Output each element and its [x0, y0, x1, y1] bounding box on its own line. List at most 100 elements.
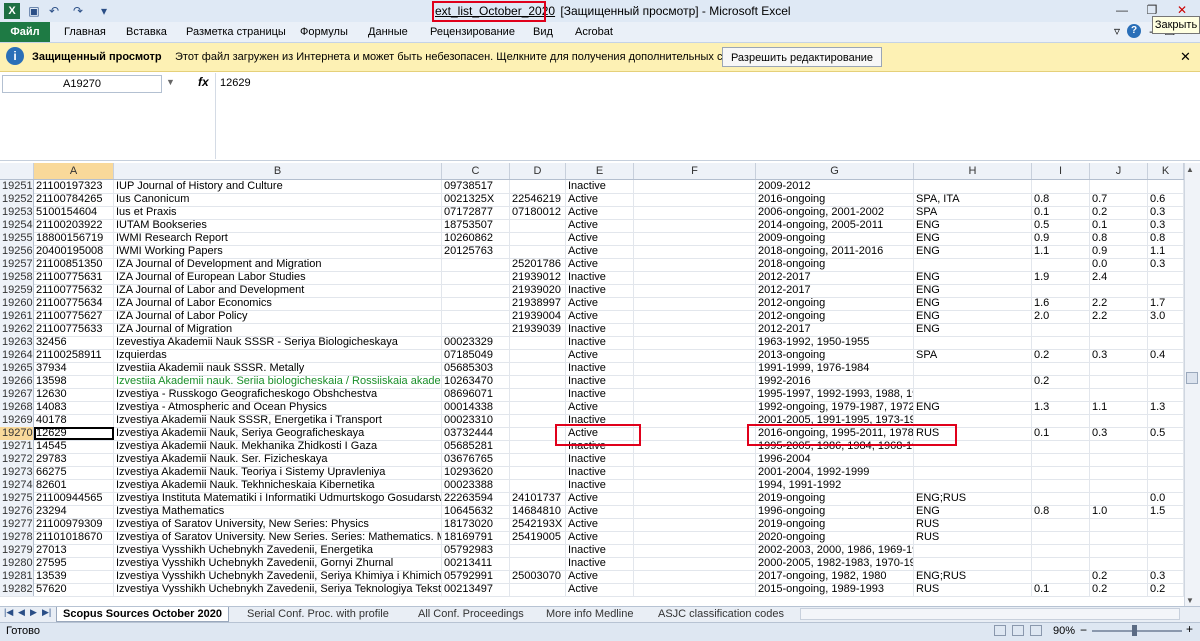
- cell-b[interactable]: Izvestiya Vysshikh Uchebnykh Zavedenii, …: [114, 583, 442, 596]
- cell-c[interactable]: 00213497: [442, 583, 510, 596]
- cell-j[interactable]: 0.2: [1090, 570, 1148, 583]
- cell-e[interactable]: Active: [566, 492, 634, 505]
- row-header[interactable]: 19274: [0, 479, 34, 492]
- cell-d[interactable]: [510, 232, 566, 245]
- cell-j[interactable]: 0.8: [1090, 232, 1148, 245]
- cell-e[interactable]: Inactive: [566, 323, 634, 336]
- cell-h[interactable]: SPA, ITA: [914, 193, 1032, 206]
- cell-c[interactable]: [442, 258, 510, 271]
- cell-b[interactable]: Izvestiya Akademii Nauk. Ser. Fizicheska…: [114, 453, 442, 466]
- cell-i[interactable]: 2.0: [1032, 310, 1090, 323]
- cell-h[interactable]: [914, 362, 1032, 375]
- cell-d[interactable]: [510, 544, 566, 557]
- undo-icon[interactable]: ↶: [46, 3, 62, 19]
- cell-h[interactable]: ENG: [914, 284, 1032, 297]
- cell-i[interactable]: [1032, 570, 1090, 583]
- cell-c[interactable]: 09738517: [442, 180, 510, 193]
- cell-k[interactable]: [1148, 557, 1184, 570]
- cell-j[interactable]: [1090, 466, 1148, 479]
- cell-g[interactable]: 1996-ongoing: [756, 505, 914, 518]
- sheet-tab-medline[interactable]: More info Medline: [540, 607, 639, 621]
- cell-c[interactable]: 03676765: [442, 453, 510, 466]
- row-header[interactable]: 19270: [0, 427, 34, 440]
- cell-a[interactable]: 13598: [34, 375, 114, 388]
- cell-g[interactable]: 2013-ongoing: [756, 349, 914, 362]
- cell-f[interactable]: [634, 427, 756, 440]
- cell-j[interactable]: [1090, 284, 1148, 297]
- name-box[interactable]: A19270: [2, 75, 162, 93]
- row-header[interactable]: 19269: [0, 414, 34, 427]
- cell-f[interactable]: [634, 453, 756, 466]
- cell-i[interactable]: [1032, 531, 1090, 544]
- row-header[interactable]: 19264: [0, 349, 34, 362]
- cell-c[interactable]: [442, 284, 510, 297]
- cell-b[interactable]: Izvestiya Instituta Matematiki i Informa…: [114, 492, 442, 505]
- sheet-tab-asjc[interactable]: ASJC classification codes: [652, 607, 790, 621]
- cell-g[interactable]: 2009-ongoing: [756, 232, 914, 245]
- prev-sheet-icon[interactable]: ◀: [18, 607, 25, 618]
- cell-g[interactable]: 2019-ongoing: [756, 518, 914, 531]
- tab-review[interactable]: Рецензирование: [430, 22, 515, 42]
- tab-file[interactable]: Файл: [0, 22, 50, 42]
- cell-i[interactable]: [1032, 414, 1090, 427]
- row-header[interactable]: 19277: [0, 518, 34, 531]
- cell-k[interactable]: 0.3: [1148, 206, 1184, 219]
- row-header[interactable]: 19280: [0, 557, 34, 570]
- cell-c[interactable]: 00023329: [442, 336, 510, 349]
- cell-i[interactable]: 0.2: [1032, 375, 1090, 388]
- cell-a[interactable]: 21100775634: [34, 297, 114, 310]
- cell-a[interactable]: 21100258911: [34, 349, 114, 362]
- cell-f[interactable]: [634, 505, 756, 518]
- cell-h[interactable]: RUS: [914, 531, 1032, 544]
- cell-h[interactable]: ENG: [914, 232, 1032, 245]
- cell-k[interactable]: [1148, 362, 1184, 375]
- vertical-scrollbar[interactable]: [1184, 163, 1200, 609]
- cell-a[interactable]: 21100775632: [34, 284, 114, 297]
- cell-i[interactable]: 0.8: [1032, 505, 1090, 518]
- tab-page-layout[interactable]: Разметка страницы: [186, 22, 286, 42]
- cell-a[interactable]: 21101018670: [34, 531, 114, 544]
- cell-k[interactable]: 3.0: [1148, 310, 1184, 323]
- cell-b[interactable]: Izvestiya - Atmospheric and Ocean Physic…: [114, 401, 442, 414]
- cell-i[interactable]: 0.1: [1032, 206, 1090, 219]
- cell-h[interactable]: RUS: [914, 518, 1032, 531]
- cell-j[interactable]: 2.2: [1090, 297, 1148, 310]
- cell-d[interactable]: 2542193X: [510, 518, 566, 531]
- cell-f[interactable]: [634, 544, 756, 557]
- formula-input[interactable]: 12629: [220, 77, 251, 89]
- cell-a[interactable]: 57620: [34, 583, 114, 596]
- cell-b[interactable]: Izvestiya - Russkogo Geograficheskogo Ob…: [114, 388, 442, 401]
- cell-d[interactable]: [510, 414, 566, 427]
- cell-b[interactable]: IZA Journal of European Labor Studies: [114, 271, 442, 284]
- cell-g[interactable]: 2015-ongoing, 1989-1993: [756, 583, 914, 596]
- column-header-g[interactable]: G: [756, 163, 914, 179]
- cell-d[interactable]: 25419005: [510, 531, 566, 544]
- row-header[interactable]: 19267: [0, 388, 34, 401]
- cell-j[interactable]: 2.4: [1090, 271, 1148, 284]
- row-header[interactable]: 19276: [0, 505, 34, 518]
- row-header[interactable]: 19281: [0, 570, 34, 583]
- cell-g[interactable]: 2001-2005, 1991-1995, 1973-1977, 1970-19…: [756, 414, 914, 427]
- cell-g[interactable]: 2012-2017: [756, 323, 914, 336]
- cell-a[interactable]: 21100979309: [34, 518, 114, 531]
- cell-k[interactable]: [1148, 336, 1184, 349]
- cell-f[interactable]: [634, 388, 756, 401]
- cell-h[interactable]: ENG: [914, 271, 1032, 284]
- cell-i[interactable]: [1032, 323, 1090, 336]
- cell-j[interactable]: [1090, 375, 1148, 388]
- tab-formulas[interactable]: Формулы: [300, 22, 348, 42]
- row-header[interactable]: 19257: [0, 258, 34, 271]
- cell-a[interactable]: 21100784265: [34, 193, 114, 206]
- cell-b[interactable]: Ius Canonicum: [114, 193, 442, 206]
- cell-g[interactable]: 2006-ongoing, 2001-2002: [756, 206, 914, 219]
- zoom-slider[interactable]: [1092, 630, 1182, 632]
- minimize-icon[interactable]: —: [1108, 0, 1136, 20]
- cell-h[interactable]: [914, 479, 1032, 492]
- row-header[interactable]: 19272: [0, 453, 34, 466]
- cell-d[interactable]: [510, 583, 566, 596]
- cell-k[interactable]: [1148, 414, 1184, 427]
- row-header[interactable]: 19255: [0, 232, 34, 245]
- cell-j[interactable]: [1090, 336, 1148, 349]
- cell-h[interactable]: [914, 414, 1032, 427]
- page-break-view-icon[interactable]: [1030, 625, 1042, 636]
